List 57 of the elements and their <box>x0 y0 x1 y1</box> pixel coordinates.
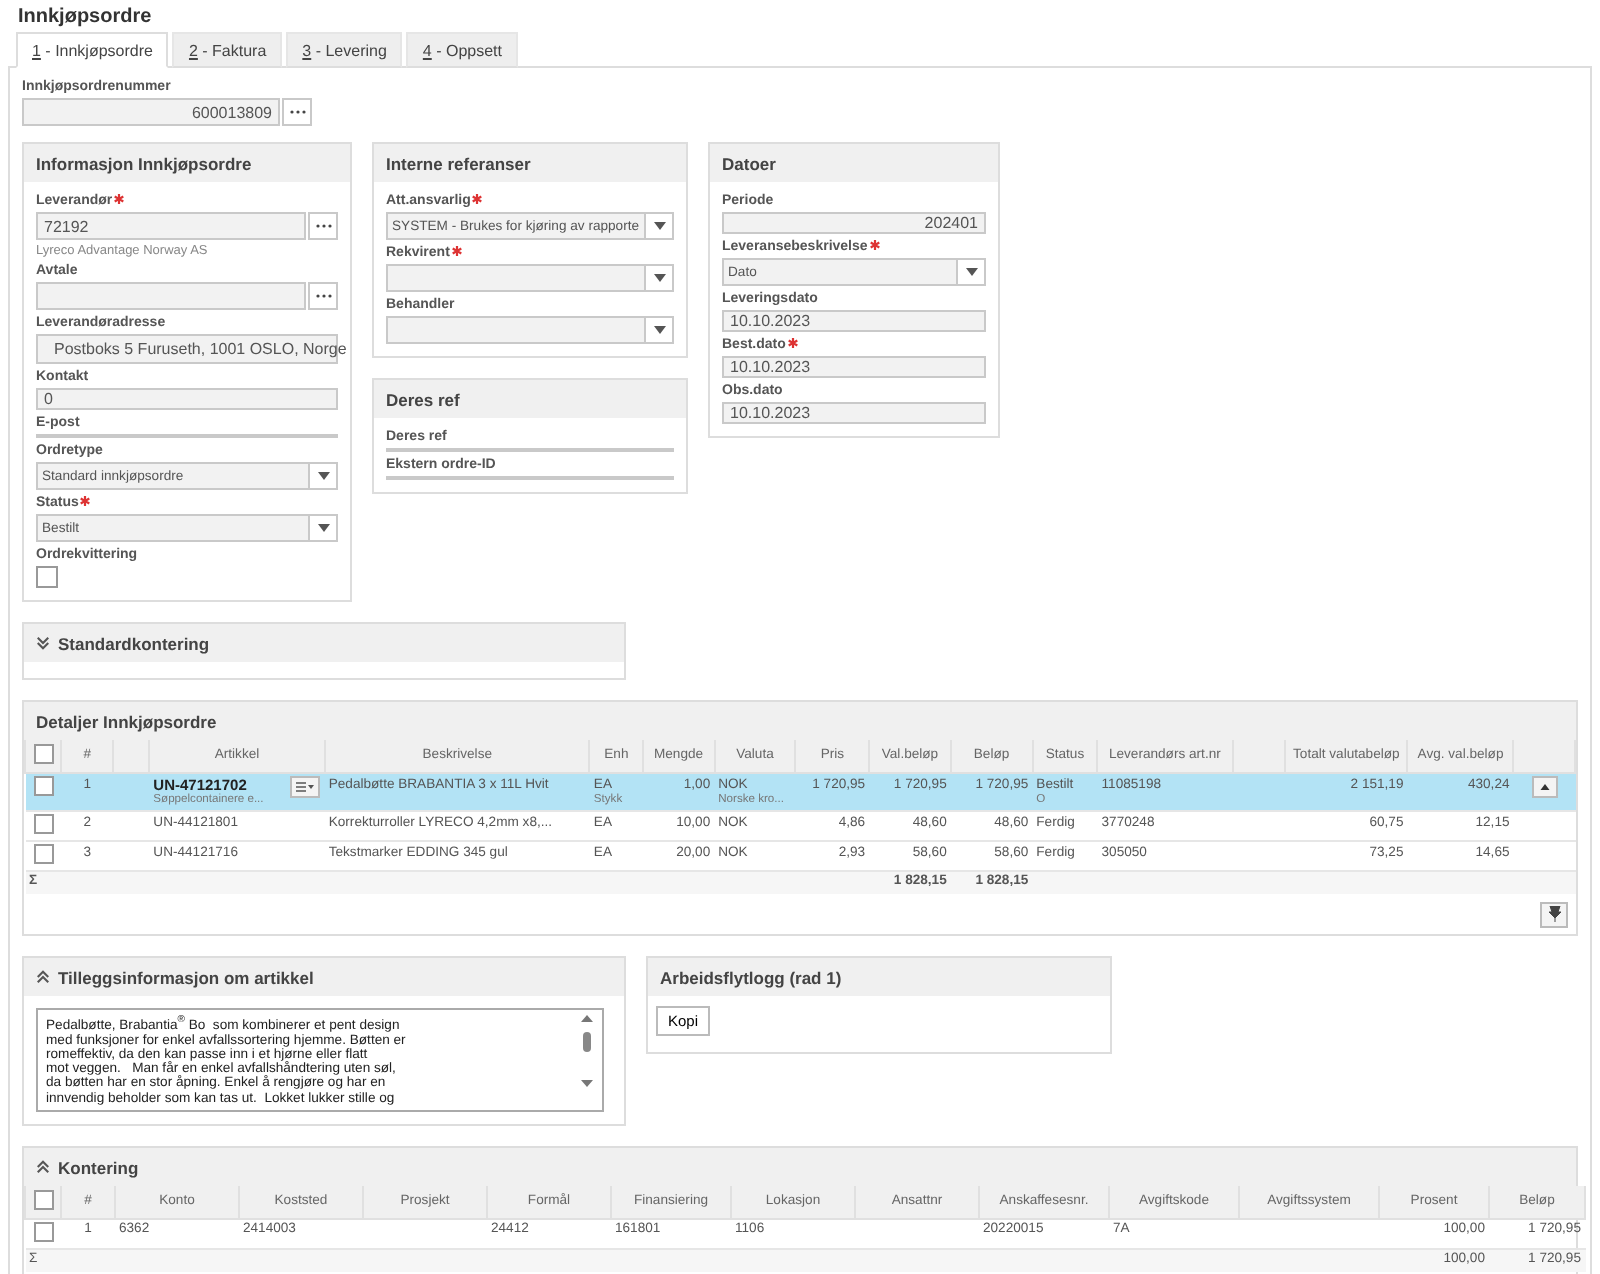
input-field[interactable]: 0 <box>36 388 338 410</box>
required-icon <box>80 496 91 506</box>
dropdown[interactable] <box>386 264 674 292</box>
scrollbar-icon <box>580 1014 594 1088</box>
caret-down-icon <box>653 326 665 334</box>
input-field[interactable] <box>36 282 306 310</box>
checkbox[interactable] <box>33 1189 53 1210</box>
menu-button[interactable] <box>290 775 321 797</box>
dropdown[interactable] <box>386 316 674 344</box>
required-icon <box>472 194 483 204</box>
caret-down-icon <box>965 268 977 276</box>
lookup-button[interactable] <box>282 98 312 126</box>
tab[interactable]: 3 - Levering <box>286 32 403 68</box>
section-title: Detaljer Innkjøpsordre <box>36 711 217 731</box>
checkbox[interactable] <box>36 566 58 588</box>
section-title: Datoer <box>722 153 776 173</box>
section-title: Kontering <box>58 1157 139 1177</box>
input-field[interactable]: 10.10.2023 <box>722 310 986 332</box>
caret-down-icon <box>653 274 665 282</box>
section-title: Informasjon Innkjøpsordre <box>36 153 252 173</box>
collapse-icon[interactable] <box>36 1160 50 1174</box>
required-icon <box>869 240 880 250</box>
tab[interactable]: 4 - Oppsett <box>406 32 518 68</box>
collapse-row-button[interactable] <box>1531 775 1558 797</box>
expand-icon[interactable] <box>36 636 50 650</box>
input-field[interactable]: 10.10.2023 <box>722 402 986 424</box>
section-title: Standardkontering <box>58 633 210 653</box>
input-field[interactable]: 72192 <box>36 212 306 240</box>
tab[interactable]: 1 - Innkjøpsordre <box>16 32 169 68</box>
menu-icon <box>296 781 315 791</box>
caret-down-icon <box>653 222 665 230</box>
input-field[interactable]: 202401 <box>722 212 986 234</box>
lookup-button[interactable] <box>308 282 338 310</box>
lookup-button[interactable] <box>308 212 338 240</box>
collapse-icon[interactable] <box>36 970 50 984</box>
pin-icon <box>1547 906 1561 922</box>
checkbox[interactable] <box>33 843 54 863</box>
required-icon <box>787 338 798 348</box>
checkbox[interactable] <box>33 775 54 795</box>
checkbox[interactable] <box>33 743 54 764</box>
required-icon <box>451 246 462 256</box>
section-title: Interne referanser <box>386 153 531 173</box>
caret-down-icon <box>317 524 329 532</box>
input-field[interactable]: 600013809 <box>22 98 280 126</box>
section-title: Arbeidsflytlogg (rad 1) <box>660 967 842 987</box>
required-icon <box>114 194 125 204</box>
input-field[interactable]: 10.10.2023 <box>722 356 986 378</box>
pin-button[interactable] <box>1540 901 1568 927</box>
tab[interactable]: 2 - Faktura <box>172 32 283 68</box>
checkbox[interactable] <box>33 1221 53 1241</box>
checkbox[interactable] <box>33 813 54 833</box>
section-title: Deres ref <box>386 389 460 409</box>
caret-down-icon <box>317 472 329 480</box>
text-area[interactable] <box>36 1008 604 1112</box>
page-title: Innkjøpsordre <box>18 6 154 28</box>
section-title: Tilleggsinformasjon om artikkel <box>58 967 314 987</box>
caret-up-icon <box>1539 783 1550 789</box>
